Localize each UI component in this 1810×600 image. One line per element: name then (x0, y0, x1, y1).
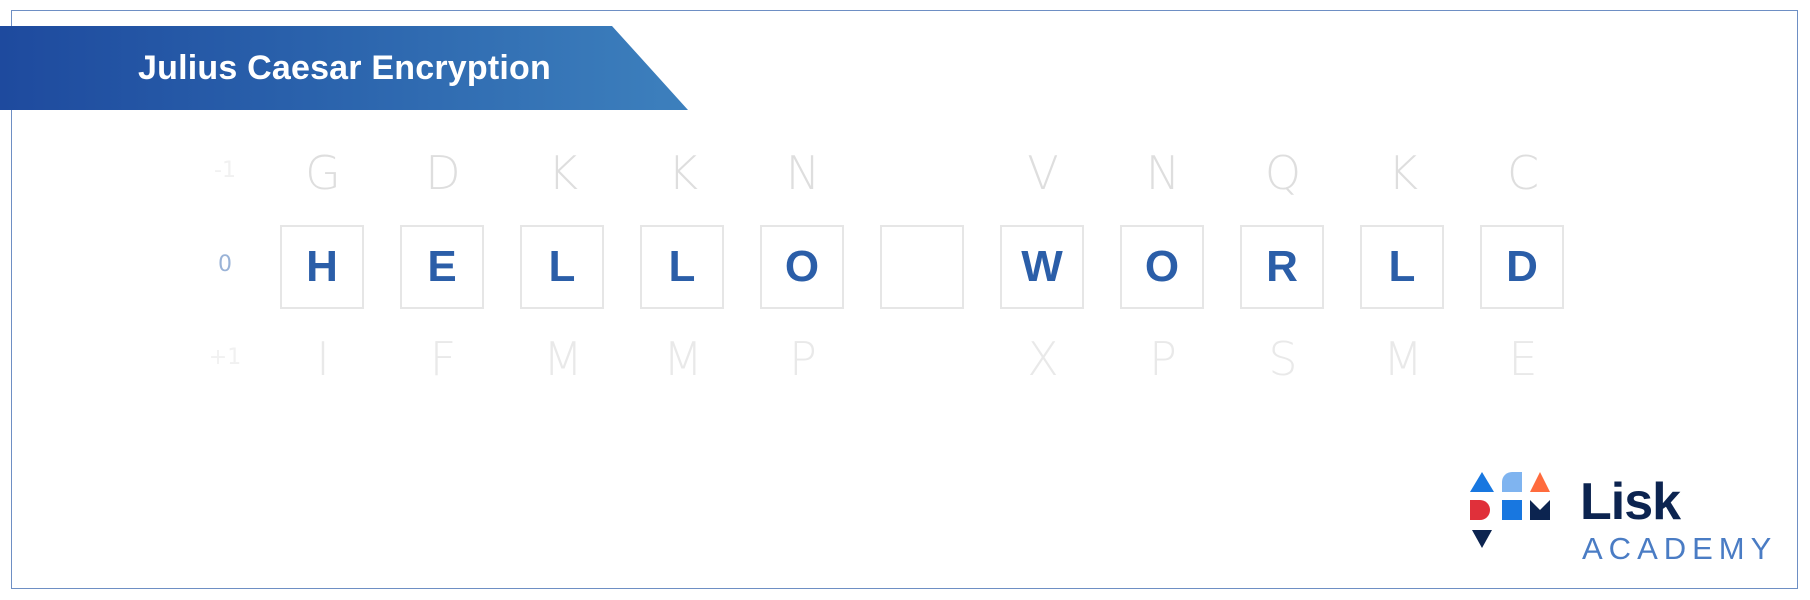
page-title: Julius Caesar Encryption (138, 49, 551, 87)
shifted-up-letter: D (425, 146, 461, 200)
shifted-up-letter: N (785, 146, 821, 200)
brand-name: Lisk (1580, 473, 1681, 531)
shifted-up-letter: C (1506, 146, 1540, 200)
shifted-up-letter: K (667, 146, 699, 200)
logo-quarter-circle-icon (1502, 472, 1522, 492)
plaintext-letter-box: W (1000, 225, 1084, 309)
plaintext-letter-box: D (1480, 225, 1564, 309)
shifted-down-letter: F (429, 332, 457, 386)
row-label-bottom: +1 (208, 345, 242, 370)
shifted-down-letter: P (789, 332, 817, 386)
logo-m-shape-icon (1530, 500, 1550, 520)
shifted-up-letter: Q (1264, 146, 1302, 200)
shifted-down-letter: M (543, 332, 583, 386)
shifted-down-letter: E (1508, 332, 1538, 386)
logo-square-icon (1502, 500, 1522, 520)
shifted-down-letter: M (663, 332, 703, 386)
plaintext-letter-box: L (1360, 225, 1444, 309)
shifted-up-letter: N (1145, 146, 1181, 200)
row-label-top: -1 (214, 158, 236, 183)
shifted-down-letter: S (1268, 332, 1298, 386)
shifted-up-letter: V (1027, 146, 1059, 200)
logo-triangle-up-icon (1470, 472, 1494, 492)
shifted-up-letter: K (1387, 146, 1419, 200)
shifted-down-letter: X (1027, 332, 1059, 386)
plaintext-letter-box: O (1120, 225, 1204, 309)
shifted-down-letter: M (1383, 332, 1423, 386)
plaintext-space-box (880, 225, 964, 309)
shifted-up-letter: K (547, 146, 579, 200)
logo-triangle-down-icon (1472, 530, 1492, 548)
plaintext-letter-box: L (520, 225, 604, 309)
plaintext-letter-box: E (400, 225, 484, 309)
shifted-down-letter: I (316, 332, 330, 386)
shifted-up-letter: G (305, 146, 341, 200)
title-banner: Julius Caesar Encryption (0, 26, 688, 110)
plaintext-letter-box: L (640, 225, 724, 309)
shifted-down-letter: P (1149, 332, 1177, 386)
logo-half-circle-icon (1470, 500, 1490, 520)
row-label-middle: 0 (218, 252, 232, 277)
brand-subtitle: ACADEMY (1582, 531, 1778, 566)
plaintext-letter-box: O (760, 225, 844, 309)
logo-triangle-orange-icon (1530, 472, 1550, 492)
plaintext-letter-box: R (1240, 225, 1324, 309)
plaintext-letter-box: H (280, 225, 364, 309)
